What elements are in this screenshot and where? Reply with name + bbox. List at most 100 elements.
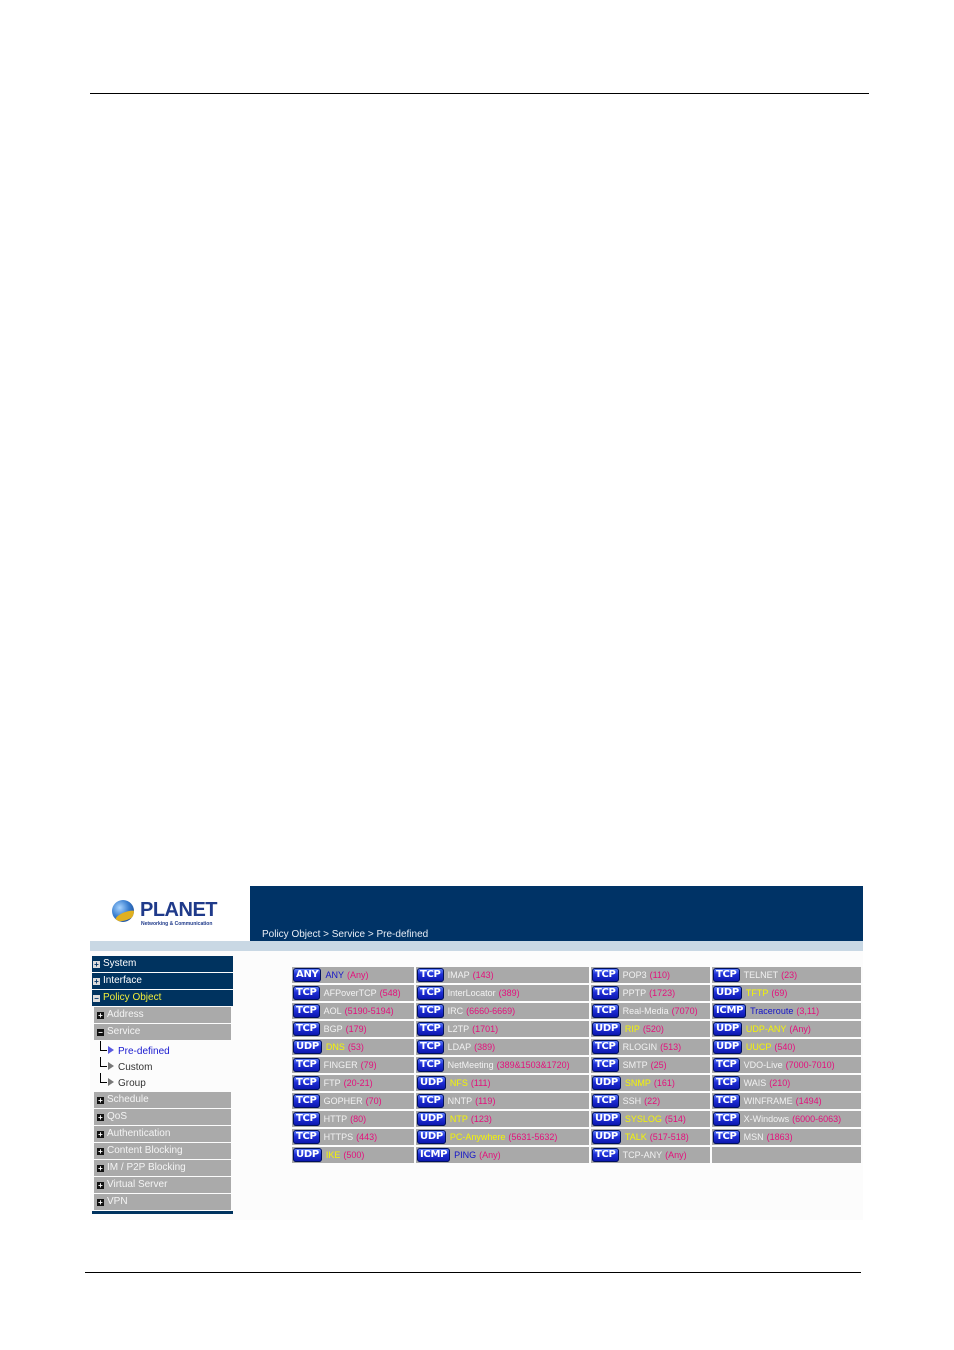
- service-item-talk[interactable]: UDP TALK (517-518): [591, 1129, 710, 1145]
- service-item-dns[interactable]: UDP DNS (53): [292, 1039, 414, 1055]
- sidebar-subitem-virtual-server[interactable]: + Virtual Server: [94, 1177, 231, 1193]
- service-item-pptp[interactable]: TCP PPTP (1723): [591, 985, 710, 1001]
- sidebar-leaf-custom[interactable]: Custom: [92, 1057, 233, 1073]
- service-item-wais[interactable]: TCP WAIS (210): [712, 1075, 861, 1091]
- service-name: PING: [454, 1150, 477, 1160]
- service-item-imap[interactable]: TCP IMAP (143): [416, 967, 589, 983]
- service-item-uucp[interactable]: UDP UUCP (540): [712, 1039, 861, 1055]
- sidebar-subitem-authentication[interactable]: + Authentication: [94, 1126, 231, 1142]
- service-item-vdo-live[interactable]: TCP VDO-Live (7000-7010): [712, 1057, 861, 1073]
- service-item-traceroute[interactable]: ICMP Traceroute (3,11): [712, 1003, 861, 1019]
- service-name: UDP-ANY: [745, 1024, 787, 1034]
- tcp-protocol-icon: TCP: [293, 1058, 320, 1072]
- service-item-nfs[interactable]: UDP NFS (111): [416, 1075, 589, 1091]
- sidebar-leaf-pre-defined[interactable]: Pre-defined: [92, 1041, 233, 1057]
- service-port: (Any): [346, 970, 369, 980]
- service-item-finger[interactable]: TCP FINGER (79): [292, 1057, 414, 1073]
- sidebar-subitem-service[interactable]: − Service: [94, 1024, 231, 1040]
- service-port: (1723): [649, 988, 676, 998]
- service-name: NetMeeting: [447, 1060, 494, 1070]
- logo: PLANET Networking & Communication: [90, 886, 250, 941]
- service-item-http[interactable]: TCP HTTP (80): [292, 1111, 414, 1127]
- service-name: HTTPS: [323, 1132, 354, 1142]
- service-item-ldap[interactable]: TCP LDAP (389): [416, 1039, 589, 1055]
- tcp-protocol-icon: TCP: [417, 1040, 444, 1054]
- service-name: IMAP: [447, 970, 470, 980]
- service-item-real-media[interactable]: TCP Real-Media (7070): [591, 1003, 710, 1019]
- udp-protocol-icon: UDP: [592, 1112, 621, 1126]
- sidebar-subitem-address[interactable]: + Address: [94, 1007, 231, 1023]
- service-item-rip[interactable]: UDP RIP (520): [591, 1021, 710, 1037]
- service-item-interlocator[interactable]: TCP InterLocator (389): [416, 985, 589, 1001]
- service-item-ftp[interactable]: TCP FTP (20-21): [292, 1075, 414, 1091]
- service-item-telnet[interactable]: TCP TELNET (23): [712, 967, 861, 983]
- sidebar-subitem-schedule[interactable]: + Schedule: [94, 1092, 231, 1108]
- collapse-minus-icon: −: [93, 994, 100, 1003]
- sidebar-item-label: VPN: [107, 1196, 128, 1207]
- tcp-protocol-icon: TCP: [293, 1022, 320, 1036]
- service-item-snmp[interactable]: UDP SNMP (161): [591, 1075, 710, 1091]
- tcp-protocol-icon: TCP: [293, 1130, 320, 1144]
- expand-plus-icon: +: [97, 1147, 104, 1156]
- service-port: (123): [470, 1114, 492, 1124]
- service-item-tcp-any[interactable]: TCP TCP-ANY (Any): [591, 1147, 710, 1163]
- service-port: (3,11): [796, 1006, 820, 1016]
- sidebar-subitem-vpn[interactable]: + VPN: [94, 1194, 231, 1210]
- service-item-https[interactable]: TCP HTTPS (443): [292, 1129, 414, 1145]
- service-item-ntp[interactable]: UDP NTP (123): [416, 1111, 589, 1127]
- service-item-aol[interactable]: TCP AOL (5190-5194): [292, 1003, 414, 1019]
- service-port: (517-518): [649, 1132, 689, 1142]
- service-name: X-Windows: [743, 1114, 790, 1124]
- service-port: (5631-5632): [508, 1132, 558, 1142]
- service-item-udp-any[interactable]: UDP UDP-ANY (Any): [712, 1021, 861, 1037]
- service-name: WINFRAME: [743, 1096, 793, 1106]
- service-item-ssh[interactable]: TCP SSH (22): [591, 1093, 710, 1109]
- service-item-nntp[interactable]: TCP NNTP (119): [416, 1093, 589, 1109]
- service-item-any[interactable]: ANY ANY (Any): [292, 967, 414, 983]
- tcp-protocol-icon: TCP: [417, 1058, 444, 1072]
- service-name: SMTP: [622, 1060, 648, 1070]
- sidebar-item-system[interactable]: + System: [92, 956, 233, 972]
- udp-protocol-icon: UDP: [592, 1130, 621, 1144]
- service-port: (22): [644, 1096, 661, 1106]
- sidebar-item-interface[interactable]: + Interface: [92, 973, 233, 989]
- sidebar-item-label: Virtual Server: [107, 1179, 168, 1190]
- service-item-msn[interactable]: TCP MSN (1863): [712, 1129, 861, 1145]
- tcp-protocol-icon: TCP: [293, 1094, 320, 1108]
- service-item-rlogin[interactable]: TCP RLOGIN (513): [591, 1039, 710, 1055]
- sidebar-subitem-qos[interactable]: + QoS: [94, 1109, 231, 1125]
- service-item-x-windows[interactable]: TCP X-Windows (6000-6063): [712, 1111, 861, 1127]
- service-name: AFPoverTCP: [323, 988, 377, 998]
- icmp-protocol-icon: ICMP: [713, 1004, 747, 1018]
- sidebar-subitem-im-p2p-blocking[interactable]: + IM / P2P Blocking: [94, 1160, 231, 1176]
- service-item-bgp[interactable]: TCP BGP (179): [292, 1021, 414, 1037]
- sidebar-item-label: Group: [118, 1078, 146, 1089]
- planet-globe-icon: [112, 900, 134, 922]
- sidebar-item-policy-object[interactable]: − Policy Object: [92, 990, 233, 1006]
- sidebar-subitem-content-blocking[interactable]: + Content Blocking: [94, 1143, 231, 1159]
- service-item-afpovertcp[interactable]: TCP AFPoverTCP (548): [292, 985, 414, 1001]
- service-item-syslog[interactable]: UDP SYSLOG (514): [591, 1111, 710, 1127]
- service-item-irc[interactable]: TCP IRC (6660-6669): [416, 1003, 589, 1019]
- service-item-pc-anywhere[interactable]: UDP PC-Anywhere (5631-5632): [416, 1129, 589, 1145]
- service-item-ike[interactable]: UDP IKE (500): [292, 1147, 414, 1163]
- service-item-smtp[interactable]: TCP SMTP (25): [591, 1057, 710, 1073]
- service-name: LDAP: [447, 1042, 472, 1052]
- service-item-tftp[interactable]: UDP TFTP (69): [712, 985, 861, 1001]
- service-item-l2tp[interactable]: TCP L2TP (1701): [416, 1021, 589, 1037]
- tcp-protocol-icon: TCP: [293, 1004, 320, 1018]
- service-item-ping[interactable]: ICMP PING (Any): [416, 1147, 589, 1163]
- service-name: UUCP: [745, 1042, 772, 1052]
- sidebar: + System + Interface − Policy Object + Addre…: [92, 956, 233, 1214]
- service-item-pop3[interactable]: TCP POP3 (110): [591, 967, 710, 983]
- service-item-winframe[interactable]: TCP WINFRAME (1494): [712, 1093, 861, 1109]
- service-item-netmeeting[interactable]: TCP NetMeeting (389&1503&1720): [416, 1057, 589, 1073]
- page-footer-rule: [85, 1272, 861, 1273]
- page-header-rule: [90, 93, 869, 94]
- service-port: (Any): [789, 1024, 811, 1034]
- sidebar-leaf-group[interactable]: Group: [92, 1073, 233, 1089]
- service-item-gopher[interactable]: TCP GOPHER (70): [292, 1093, 414, 1109]
- service-port: (161): [653, 1078, 675, 1088]
- sidebar-item-label: System: [103, 958, 137, 969]
- service-port: (Any): [479, 1150, 501, 1160]
